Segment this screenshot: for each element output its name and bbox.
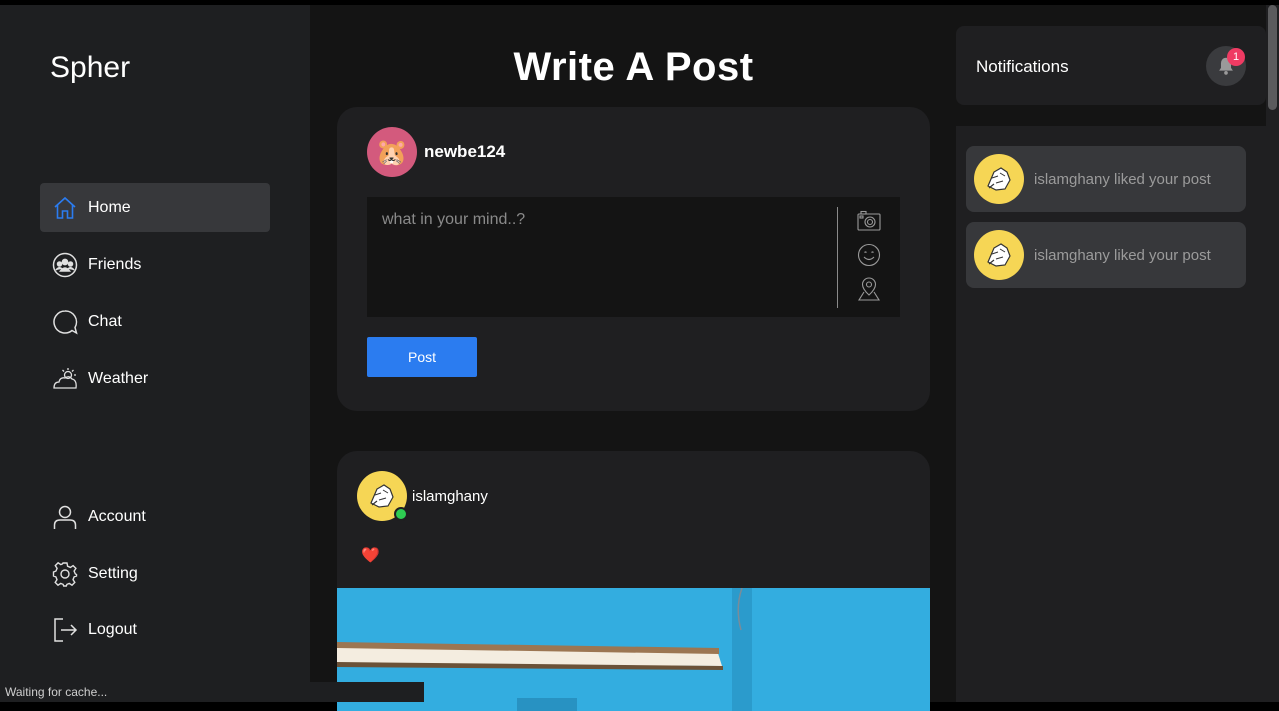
post-button[interactable]: Post (367, 337, 477, 377)
sidebar-item-chat[interactable]: Chat (40, 297, 270, 346)
composer-username: newbe124 (424, 142, 506, 161)
post-textarea[interactable]: what in your mind..? (367, 197, 900, 317)
online-status-dot (394, 507, 408, 521)
friends-icon (52, 252, 78, 278)
post-textarea-placeholder: what in your mind..? (382, 211, 526, 228)
notification-text: islamghany liked your post (1034, 171, 1211, 188)
notification-avatar (974, 154, 1024, 204)
cartoon-avatar-icon (987, 243, 1011, 267)
sidebar-item-friends[interactable]: Friends (40, 240, 270, 289)
page-title: Write A Post (513, 45, 754, 89)
logout-icon (52, 617, 78, 643)
emoji-icon[interactable] (855, 241, 883, 269)
sidebar-item-label: Logout (88, 620, 137, 638)
location-icon[interactable] (855, 275, 883, 303)
sidebar-item-setting[interactable]: Setting (40, 549, 270, 598)
post-author-name[interactable]: islamghany (412, 488, 488, 505)
app-root: Spher Home Friends Chat Weather Account … (0, 5, 1279, 711)
camera-icon[interactable] (855, 207, 883, 235)
feed-post: islamghany ❤️ (337, 451, 930, 711)
notification-count-badge: 1 (1227, 48, 1245, 66)
sidebar-item-label: Home (88, 198, 131, 216)
account-icon (52, 504, 78, 530)
notifications-title: Notifications (976, 57, 1069, 76)
notification-item[interactable]: islamghany liked your post (966, 222, 1246, 288)
weather-icon (52, 366, 78, 392)
scrollbar-thumb[interactable] (1268, 5, 1277, 110)
post-text: ❤️ (361, 547, 380, 564)
notifications-panel: islamghany liked your post islamghany li… (956, 126, 1266, 702)
sidebar-item-home[interactable]: Home (40, 183, 270, 232)
textarea-divider (837, 207, 838, 308)
notification-avatar (974, 230, 1024, 280)
post-image[interactable] (337, 588, 930, 711)
post-photo (337, 588, 930, 711)
sidebar-item-account[interactable]: Account (40, 492, 270, 541)
cartoon-avatar-icon (987, 167, 1011, 191)
sidebar-item-weather[interactable]: Weather (40, 354, 270, 403)
sidebar-item-logout[interactable]: Logout (40, 605, 270, 654)
sidebar-item-label: Weather (88, 369, 149, 387)
gear-icon (52, 561, 78, 587)
notification-text: islamghany liked your post (1034, 247, 1211, 264)
sidebar-item-label: Setting (88, 564, 138, 582)
post-composer: 🐹 newbe124 what in your mind..? Post (337, 107, 930, 411)
browser-status-bar: Waiting for cache... (0, 682, 424, 702)
chat-icon (52, 309, 78, 335)
sidebar-item-label: Friends (88, 255, 142, 273)
sidebar: Spher Home Friends Chat Weather Account … (0, 5, 310, 702)
notification-item[interactable]: islamghany liked your post (966, 146, 1246, 212)
brand-logo[interactable]: Spher (50, 51, 130, 85)
notifications-header: Notifications 1 (956, 26, 1266, 105)
sidebar-item-label: Account (88, 507, 146, 525)
hamster-avatar-icon: 🐹 (375, 136, 409, 167)
home-icon (52, 195, 78, 221)
sidebar-item-label: Chat (88, 312, 122, 330)
user-avatar[interactable]: 🐹 (367, 127, 417, 177)
